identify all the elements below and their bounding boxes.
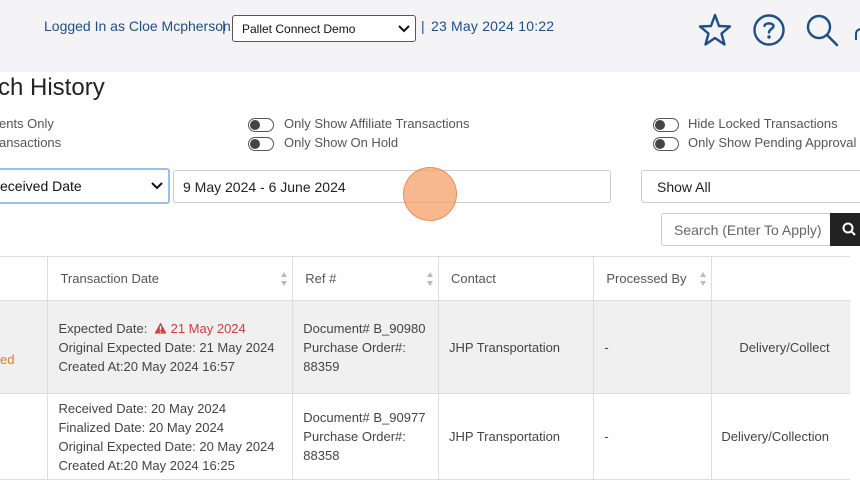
column-header-label: Ref # <box>305 271 337 286</box>
search-input[interactable]: Search (Enter To Apply) <box>661 213 831 246</box>
warning-icon <box>154 322 167 333</box>
on-hold-label: Only Show On Hold <box>284 135 399 150</box>
date-type-select[interactable]: eceived Date <box>0 168 170 204</box>
sort-icon <box>427 272 433 286</box>
logged-in-label: Logged In as Cloe Mcpherson <box>44 18 231 34</box>
search-button[interactable] <box>830 213 860 246</box>
column-header-ref[interactable]: Ref # <box>292 256 439 301</box>
search-icon[interactable] <box>804 12 840 48</box>
current-datetime: 23 May 2024 10:22 <box>431 18 555 34</box>
processed-by-cell: - <box>593 300 713 394</box>
chevron-down-icon <box>151 182 163 190</box>
ref-cell: Document# B_90980 Purchase Order#: 88359 <box>292 300 439 394</box>
date-type-value: eceived Date <box>0 178 82 194</box>
header-separator-2: | <box>421 18 425 34</box>
show-select-value: Show All <box>657 178 711 195</box>
sort-icon <box>700 272 707 286</box>
purchase-order-label: Purchase Order#: <box>303 429 406 444</box>
type-cell: Delivery/Collection <box>711 393 850 480</box>
page-title: ch History <box>0 74 105 101</box>
pending-approval-toggle[interactable] <box>653 137 679 151</box>
sort-icon <box>281 272 288 286</box>
created-at: Created At:20 May 2024 16:25 <box>58 457 235 473</box>
document-number: Document# B_90980 <box>303 320 426 336</box>
column-header-status <box>0 256 49 301</box>
created-at: Created At:20 May 2024 16:57 <box>58 358 235 374</box>
table-header-row: Transaction Date Ref # Contact Processed… <box>0 256 850 301</box>
column-header-label: Transaction Date <box>60 271 159 286</box>
column-header-label: Processed By <box>606 271 687 286</box>
date-range-input[interactable]: 9 May 2024 - 6 June 2024 <box>173 170 611 203</box>
type-cell: Delivery/Collect <box>711 300 850 394</box>
account-select-value: Pallet Connect Demo <box>242 21 356 36</box>
purchase-order-number: 88358 <box>303 448 340 463</box>
transactions-table: Transaction Date Ref # Contact Processed… <box>0 256 850 480</box>
expected-date-label: Expected Date: <box>58 320 148 336</box>
transaction-date-cell: Received Date: 20 May 2024 Finalized Dat… <box>47 393 294 480</box>
toggle-knob <box>250 139 260 149</box>
pending-approval-label: Only Show Pending Approval <box>688 135 857 150</box>
show-select[interactable]: Show All <box>641 170 860 203</box>
status-text: ed <box>0 351 15 367</box>
toggle-knob <box>655 120 665 130</box>
filter-left-top-label: ents Only <box>0 116 54 131</box>
contact-cell: JHP Transportation <box>438 300 595 394</box>
toggle-knob <box>655 139 665 149</box>
purchase-order-label: Purchase Order#: <box>303 339 406 355</box>
transaction-date-cell: Expected Date: 21 May 2024 Original Expe… <box>47 300 294 394</box>
finalized-date: Finalized Date: 20 May 2024 <box>58 419 224 435</box>
ref-cell: Document# B_90977 Purchase Order#: 88358 <box>292 393 439 480</box>
header-separator: | <box>222 18 226 34</box>
column-header-type <box>711 256 850 301</box>
cursor-highlight <box>403 167 457 221</box>
hide-locked-toggle[interactable] <box>653 118 679 132</box>
status-cell: ed <box>0 300 49 394</box>
column-header-label: Contact <box>451 271 496 286</box>
original-expected-date: Original Expected Date: 20 May 2024 <box>58 438 275 454</box>
purchase-order-number: 88359 <box>303 358 340 374</box>
received-date: Received Date: 20 May 2024 <box>58 400 227 416</box>
status-cell <box>0 393 49 480</box>
account-select[interactable]: Pallet Connect Demo <box>232 15 416 42</box>
processed-by-cell: - <box>593 393 713 480</box>
column-header-processed-by[interactable]: Processed By <box>593 256 713 301</box>
table-row[interactable]: Received Date: 20 May 2024 Finalized Dat… <box>0 393 850 480</box>
star-icon[interactable] <box>697 12 733 48</box>
table-row[interactable]: ed Expected Date: 21 May 2024 Original E… <box>0 300 850 394</box>
expected-date-line: Expected Date: 21 May 2024 <box>58 319 292 338</box>
column-header-transaction-date[interactable]: Transaction Date <box>47 256 294 301</box>
search-placeholder: Search (Enter To Apply) <box>674 221 822 238</box>
search-icon <box>842 222 856 236</box>
more-icon-partial[interactable] <box>855 28 860 40</box>
document-number: Document# B_90977 <box>303 410 426 425</box>
expected-date-value: 21 May 2024 <box>170 320 246 336</box>
chevron-down-icon <box>398 24 410 32</box>
help-icon[interactable] <box>752 13 786 47</box>
original-expected-date: Original Expected Date: 21 May 2024 <box>58 339 275 355</box>
hide-locked-label: Hide Locked Transactions <box>688 116 838 131</box>
on-hold-toggle[interactable] <box>248 137 274 151</box>
filter-left-bottom-label: ansactions <box>0 135 62 150</box>
toggle-knob <box>250 120 260 130</box>
affiliate-toggle[interactable] <box>248 118 274 132</box>
column-header-contact[interactable]: Contact <box>438 256 595 301</box>
contact-cell: JHP Transportation <box>438 393 595 480</box>
affiliate-label: Only Show Affiliate Transactions <box>284 116 470 131</box>
date-range-value: 9 May 2024 - 6 June 2024 <box>183 178 346 195</box>
